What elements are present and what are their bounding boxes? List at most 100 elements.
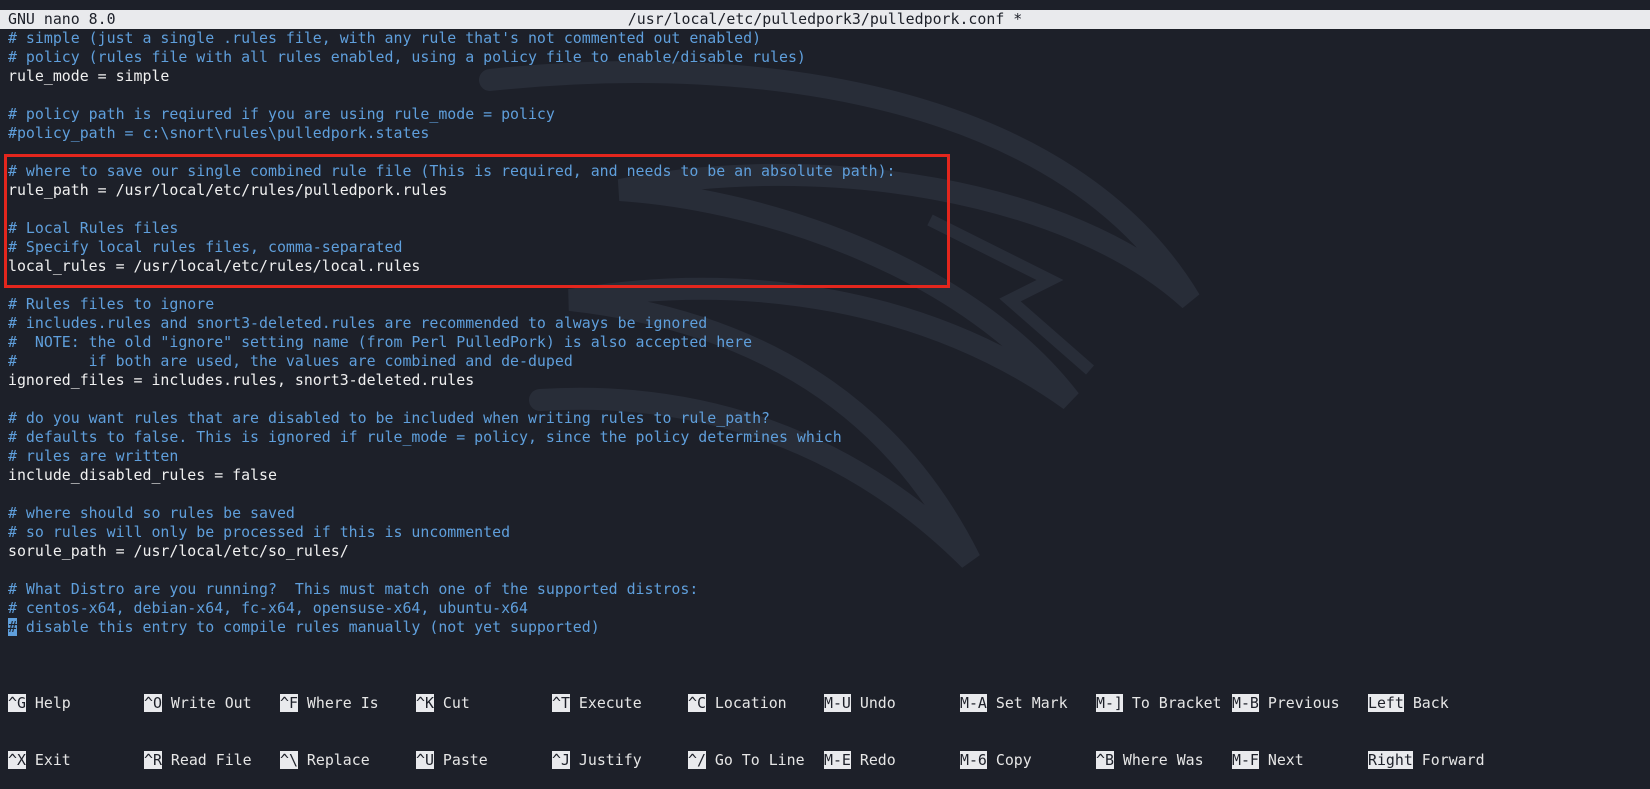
shortcut-label: Exit: [25, 751, 71, 769]
shortcut-item[interactable]: ^F Where Is: [280, 694, 379, 713]
shortcut-item[interactable]: ^J Justify: [552, 751, 642, 770]
shortcut-item[interactable]: ^K Cut: [416, 694, 470, 713]
line-text: # policy (rules file with all rules enab…: [8, 48, 806, 66]
shortcut-key: Right: [1368, 751, 1413, 769]
editor-line[interactable]: # so rules will only be processed if thi…: [8, 523, 896, 542]
shortcut-item[interactable]: ^C Location: [688, 694, 787, 713]
editor-line[interactable]: # defaults to false. This is ignored if …: [8, 428, 896, 447]
editor-line[interactable]: rule_mode = simple: [8, 67, 896, 86]
editor-line[interactable]: rule_path = /usr/local/etc/rules/pulledp…: [8, 181, 896, 200]
shortcut-key: M-]: [1096, 694, 1123, 712]
shortcut-item[interactable]: M-] To Bracket: [1096, 694, 1222, 713]
shortcut-key: ^G: [8, 694, 26, 712]
shortcut-key: M-E: [824, 751, 851, 769]
line-text: # where to save our single combined rule…: [8, 162, 896, 180]
shortcut-item[interactable]: M-6 Copy: [960, 751, 1032, 770]
editor-line[interactable]: # includes.rules and snort3-deleted.rule…: [8, 314, 896, 333]
line-text: local_rules = /usr/local/etc/rules/local…: [8, 257, 421, 275]
shortcut-item[interactable]: ^X Exit: [8, 751, 71, 770]
shortcut-key: M-F: [1232, 751, 1259, 769]
shortcut-item[interactable]: ^U Paste: [416, 751, 488, 770]
shortcut-key: ^U: [416, 751, 434, 769]
text-editor-area[interactable]: # simple (just a single .rules file, wit…: [8, 29, 896, 637]
shortcut-key: Left: [1368, 694, 1404, 712]
editor-line[interactable]: [8, 561, 896, 580]
editor-line[interactable]: [8, 200, 896, 219]
editor-line[interactable]: [8, 86, 896, 105]
editor-line[interactable]: # simple (just a single .rules file, wit…: [8, 29, 896, 48]
line-text: # policy path is reqiured if you are usi…: [8, 105, 555, 123]
shortcut-item[interactable]: M-A Set Mark: [960, 694, 1068, 713]
editor-line[interactable]: sorule_path = /usr/local/etc/so_rules/: [8, 542, 896, 561]
editor-line[interactable]: # Specify local rules files, comma-separ…: [8, 238, 896, 257]
shortcut-item[interactable]: ^G Help: [8, 694, 71, 713]
editor-line[interactable]: # policy (rules file with all rules enab…: [8, 48, 896, 67]
shortcut-label: Where Was: [1113, 751, 1204, 769]
editor-line[interactable]: [8, 485, 896, 504]
shortcut-label: Forward: [1412, 751, 1485, 769]
shortcut-label: Justify: [569, 751, 642, 769]
editor-line[interactable]: # What Distro are you running? This must…: [8, 580, 896, 599]
shortcut-key: ^F: [280, 694, 298, 712]
editor-line[interactable]: # rules are written: [8, 447, 896, 466]
shortcut-item[interactable]: M-U Undo: [824, 694, 896, 713]
shortcut-item[interactable]: ^\ Replace: [280, 751, 370, 770]
editor-line[interactable]: # if both are used, the values are combi…: [8, 352, 896, 371]
shortcut-item[interactable]: ^/ Go To Line: [688, 751, 805, 770]
line-text: rule_path = /usr/local/etc/rules/pulledp…: [8, 181, 448, 199]
editor-line[interactable]: # where to save our single combined rule…: [8, 162, 896, 181]
shortcut-label: Help: [25, 694, 71, 712]
shortcut-item[interactable]: ^R Read File: [144, 751, 252, 770]
editor-line[interactable]: # Rules files to ignore: [8, 295, 896, 314]
line-text: # if both are used, the values are combi…: [8, 352, 573, 370]
editor-line[interactable]: # Local Rules files: [8, 219, 896, 238]
shortcut-key: ^T: [552, 694, 570, 712]
editor-line[interactable]: [8, 390, 896, 409]
shortcut-item[interactable]: Right Forward: [1368, 751, 1485, 770]
line-text: # What Distro are you running? This must…: [8, 580, 699, 598]
shortcut-label: Undo: [850, 694, 896, 712]
line-text: # where should so rules be saved: [8, 504, 295, 522]
editor-line[interactable]: # do you want rules that are disabled to…: [8, 409, 896, 428]
shortcut-bar: ^G Help ^O Write Out ^F Where Is ^K Cut ^T E…: [8, 656, 1648, 789]
editor-line[interactable]: # where should so rules be saved: [8, 504, 896, 523]
editor-line[interactable]: [8, 276, 896, 295]
line-text: rule_mode = simple: [8, 67, 170, 85]
shortcut-item[interactable]: ^O Write Out: [144, 694, 252, 713]
shortcut-item[interactable]: ^T Execute: [552, 694, 642, 713]
line-text: # NOTE: the old "ignore" setting name (f…: [8, 333, 753, 351]
shortcut-key: ^B: [1096, 751, 1114, 769]
shortcut-item[interactable]: M-F Next: [1232, 751, 1304, 770]
editor-line[interactable]: # policy path is reqiured if you are usi…: [8, 105, 896, 124]
editor-line[interactable]: [8, 143, 896, 162]
shortcut-label: Next: [1258, 751, 1304, 769]
shortcut-label: Copy: [986, 751, 1032, 769]
line-text: # centos-x64, debian-x64, fc-x64, opensu…: [8, 599, 528, 617]
shortcut-key: ^\: [280, 751, 298, 769]
shortcut-row-2: ^X Exit ^R Read File ^\ Replace ^U Paste ^J …: [8, 751, 1648, 770]
shortcut-key: ^O: [144, 694, 162, 712]
line-text: # defaults to false. This is ignored if …: [8, 428, 842, 446]
line-text: # so rules will only be processed if thi…: [8, 523, 511, 541]
line-text: # rules are written: [8, 447, 179, 465]
shortcut-key: ^C: [688, 694, 706, 712]
editor-line[interactable]: ignored_files = includes.rules, snort3-d…: [8, 371, 896, 390]
shortcut-item[interactable]: M-E Redo: [824, 751, 896, 770]
line-text: # includes.rules and snort3-deleted.rule…: [8, 314, 708, 332]
editor-line[interactable]: #policy_path = c:\snort\rules\pulledpork…: [8, 124, 896, 143]
editor-line[interactable]: # disable this entry to compile rules ma…: [8, 618, 896, 637]
editor-line[interactable]: local_rules = /usr/local/etc/rules/local…: [8, 257, 896, 276]
shortcut-item[interactable]: Left Back: [1368, 694, 1449, 713]
shortcut-key: M-B: [1232, 694, 1259, 712]
shortcut-item[interactable]: M-B Previous: [1232, 694, 1340, 713]
shortcut-label: Paste: [433, 751, 488, 769]
shortcut-row-1: ^G Help ^O Write Out ^F Where Is ^K Cut ^T E…: [8, 694, 1648, 713]
line-text: # Specify local rules files, comma-separ…: [8, 238, 403, 256]
line-text: ignored_files = includes.rules, snort3-d…: [8, 371, 475, 389]
shortcut-key: ^J: [552, 751, 570, 769]
line-text: sorule_path = /usr/local/etc/so_rules/: [8, 542, 349, 560]
editor-line[interactable]: include_disabled_rules = false: [8, 466, 896, 485]
shortcut-item[interactable]: ^B Where Was: [1096, 751, 1204, 770]
editor-line[interactable]: # NOTE: the old "ignore" setting name (f…: [8, 333, 896, 352]
editor-line[interactable]: # centos-x64, debian-x64, fc-x64, opensu…: [8, 599, 896, 618]
